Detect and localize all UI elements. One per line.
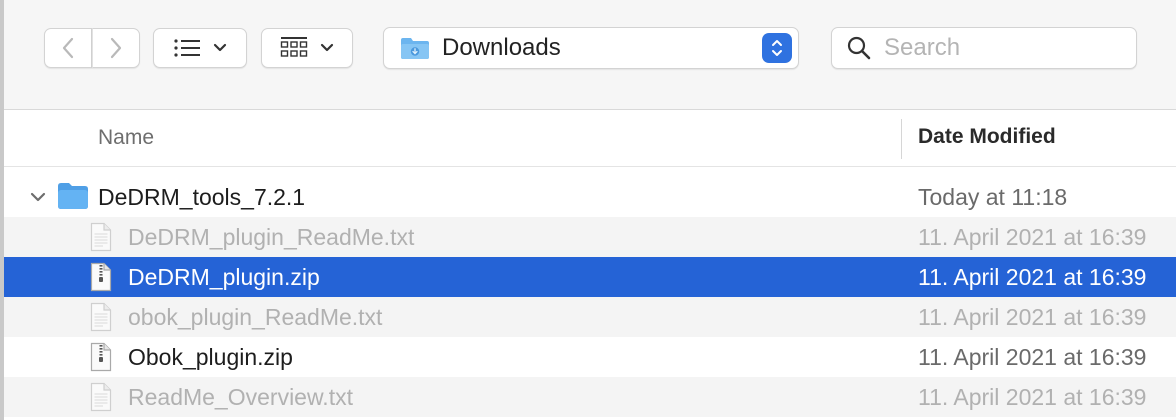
up-down-chevron-icon [772, 40, 782, 56]
folder-icon [57, 182, 89, 215]
column-header-date-modified[interactable]: Date Modified [918, 125, 1056, 149]
table-row[interactable]: DeDRM_plugin.zip 11. April 2021 at 16:39 [4, 257, 1176, 297]
grid-view-icon [280, 37, 308, 57]
location-popup[interactable]: Downloads [383, 27, 799, 69]
column-header-name[interactable]: Name [98, 126, 154, 150]
file-name: obok_plugin_ReadMe.txt [128, 304, 383, 330]
search-icon [847, 36, 871, 60]
file-list: DeDRM_tools_7.2.1 Today at 11:18 DeDRM_plu… [4, 177, 1176, 417]
file-name: ReadMe_Overview.txt [128, 384, 353, 410]
table-row[interactable]: DeDRM_tools_7.2.1 Today at 11:18 [4, 177, 1176, 217]
column-divider[interactable] [901, 119, 902, 159]
text-document-icon [90, 302, 112, 337]
chevron-down-icon [320, 43, 334, 52]
zip-archive-icon [90, 262, 112, 297]
forward-button[interactable] [92, 28, 140, 68]
date-modified: 11. April 2021 at 16:39 [918, 224, 1147, 250]
group-view-button[interactable] [261, 28, 353, 68]
location-label: Downloads [442, 34, 561, 61]
file-name: DeDRM_plugin_ReadMe.txt [128, 224, 415, 250]
table-row[interactable]: ReadMe_Overview.txt 11. April 2021 at 16:… [4, 377, 1176, 417]
chevron-right-icon [110, 37, 122, 59]
date-modified: Today at 11:18 [918, 184, 1068, 210]
date-modified: 11. April 2021 at 16:39 [918, 264, 1147, 290]
disclosure-triangle-icon[interactable] [29, 187, 47, 212]
column-header: Name Date Modified [4, 111, 1176, 167]
chevron-down-icon [213, 43, 227, 52]
list-view-icon [174, 39, 200, 57]
text-document-icon [90, 382, 112, 417]
back-button[interactable] [44, 28, 92, 68]
search-field[interactable] [831, 27, 1137, 69]
search-input[interactable] [884, 34, 1124, 62]
text-document-icon [90, 222, 112, 257]
table-row[interactable]: Obok_plugin.zip 11. April 2021 at 16:39 [4, 337, 1176, 377]
toolbar: Downloads [4, 0, 1176, 110]
date-modified: 11. April 2021 at 16:39 [918, 344, 1147, 370]
location-stepper[interactable] [762, 33, 792, 63]
file-name: DeDRM_plugin.zip [128, 264, 320, 290]
zip-archive-icon [90, 342, 112, 377]
date-modified: 11. April 2021 at 16:39 [918, 304, 1147, 330]
chevron-left-icon [62, 37, 74, 59]
file-name: DeDRM_tools_7.2.1 [98, 184, 306, 210]
table-row[interactable]: obok_plugin_ReadMe.txt 11. April 2021 at … [4, 297, 1176, 337]
downloads-folder-icon [401, 38, 429, 59]
file-name: Obok_plugin.zip [128, 344, 293, 370]
list-view-button[interactable] [153, 28, 247, 68]
table-row[interactable]: DeDRM_plugin_ReadMe.txt 11. April 2021 at… [4, 217, 1176, 257]
date-modified: 11. April 2021 at 16:39 [918, 384, 1147, 410]
